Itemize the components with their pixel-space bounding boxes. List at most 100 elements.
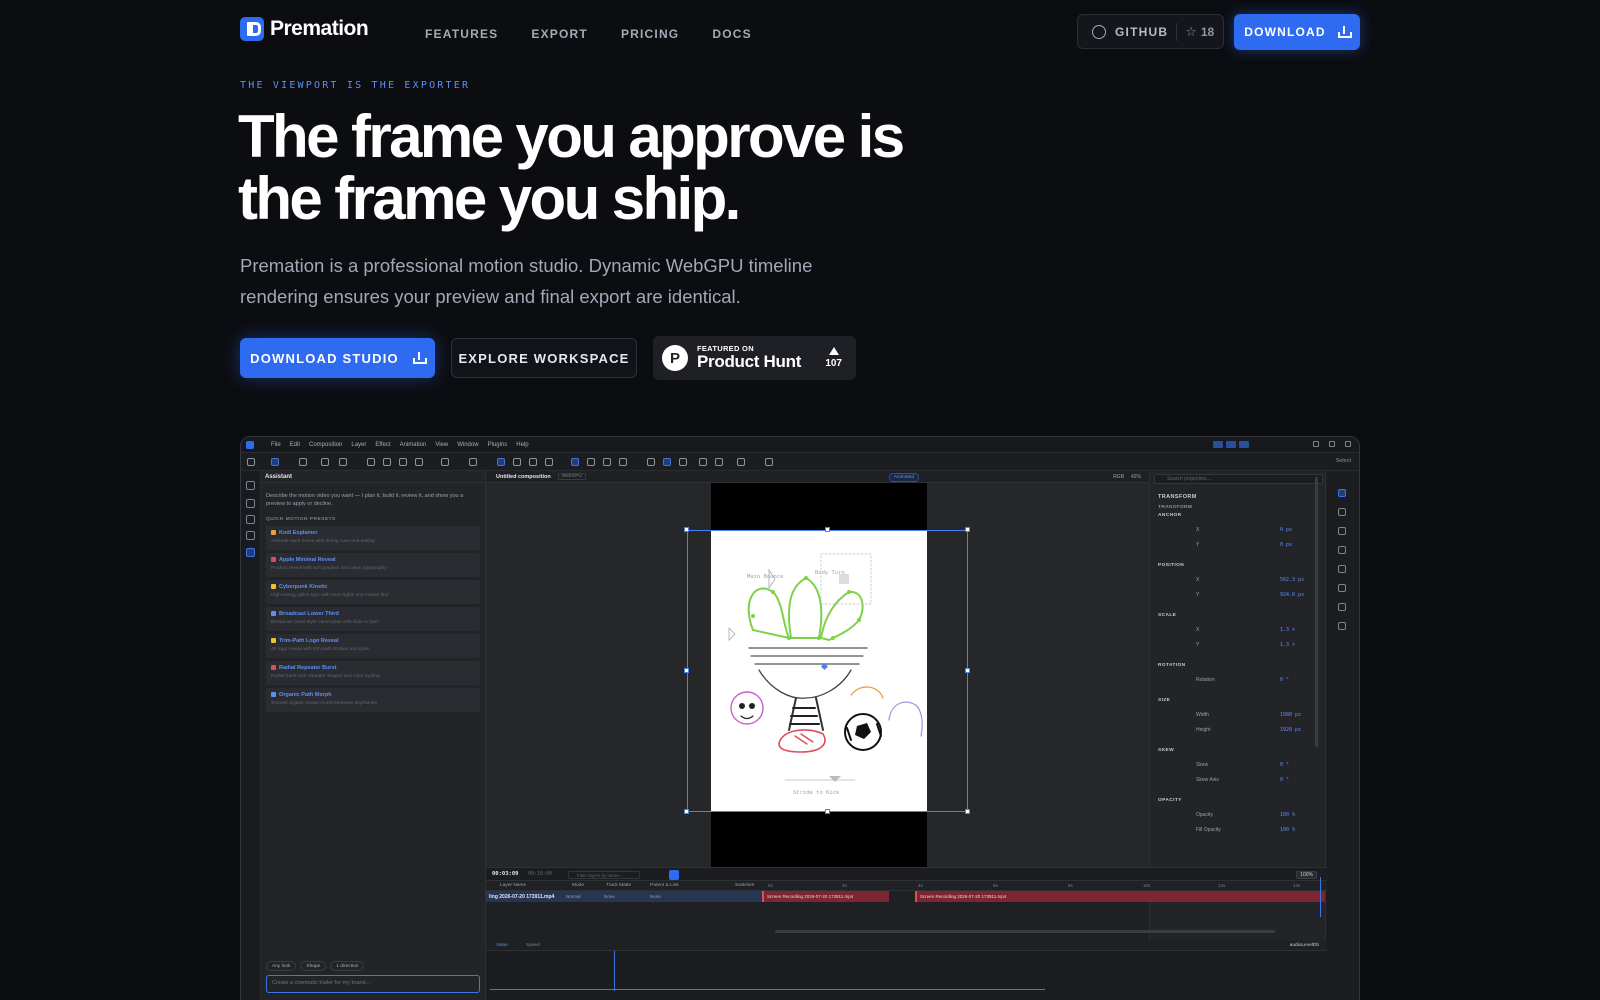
timeline-zoom[interactable]: 100% bbox=[1296, 871, 1317, 879]
duplicate-icon[interactable] bbox=[367, 458, 375, 466]
graph-editor[interactable] bbox=[486, 951, 1327, 1000]
color-mode[interactable]: RGB bbox=[1113, 474, 1124, 480]
add-icon[interactable] bbox=[441, 458, 449, 466]
shape-panel-icon[interactable] bbox=[1338, 584, 1346, 592]
menu-composition[interactable]: Composition bbox=[309, 442, 342, 448]
github-button[interactable]: GITHUB ☆ 18 bbox=[1077, 14, 1224, 49]
transform-handle[interactable] bbox=[825, 809, 830, 814]
view-icon[interactable] bbox=[737, 458, 745, 466]
current-time[interactable]: 00:03:09 bbox=[492, 871, 519, 877]
mask-icon[interactable] bbox=[383, 458, 391, 466]
animated-badge[interactable]: Animated bbox=[888, 473, 919, 482]
transform-section-title[interactable]: TRANSFORM bbox=[1150, 494, 1327, 500]
download-studio-button[interactable]: DOWNLOAD STUDIO bbox=[240, 338, 435, 378]
property-value[interactable]: 0 px bbox=[1280, 523, 1292, 538]
list-panel-icon[interactable] bbox=[1338, 622, 1346, 630]
layout-icon[interactable] bbox=[1213, 441, 1223, 448]
minimize-icon[interactable] bbox=[1313, 441, 1319, 447]
settings-panel-icon[interactable] bbox=[1338, 603, 1346, 611]
video-clip[interactable]: Screen Recording 2026-07-20 173911.mp4 bbox=[762, 891, 889, 902]
layout-icon[interactable] bbox=[1239, 441, 1249, 448]
grid-icon[interactable] bbox=[603, 458, 611, 466]
effects-panel-icon[interactable] bbox=[246, 531, 255, 540]
property-group-size[interactable]: SIZE bbox=[1150, 698, 1327, 703]
undo-icon[interactable] bbox=[699, 458, 707, 466]
node-tool-icon[interactable] bbox=[571, 458, 579, 466]
transform-handle[interactable] bbox=[684, 668, 689, 673]
layer-parent[interactable]: None bbox=[650, 894, 661, 899]
video-clip[interactable]: Screen Recording 2026-07-20 173911.mp4 bbox=[915, 891, 1325, 902]
move-icon[interactable] bbox=[529, 458, 537, 466]
maximize-icon[interactable] bbox=[1329, 441, 1335, 447]
layer-row[interactable]: ling 2026-07-20 173911.mp4 Normal None N… bbox=[486, 891, 763, 902]
rotate-icon[interactable] bbox=[619, 458, 627, 466]
assistant-panel-icon[interactable] bbox=[246, 548, 255, 557]
graph-tab-speed[interactable]: Speed bbox=[526, 943, 540, 948]
selection-box[interactable] bbox=[687, 530, 968, 812]
menu-layer[interactable]: Layer bbox=[351, 442, 366, 448]
redo-icon[interactable] bbox=[715, 458, 723, 466]
property-group-rotation[interactable]: ROTATION bbox=[1150, 663, 1327, 668]
property-value[interactable]: 924.8 px bbox=[1280, 588, 1304, 603]
preset-item[interactable]: Radial Repeater Burst Radial burst with … bbox=[266, 661, 480, 685]
assistant-prompt-input[interactable]: Create a cinematic trailer for my brand.… bbox=[266, 975, 480, 993]
menu-window[interactable]: Window bbox=[457, 442, 478, 448]
property-group-scale[interactable]: SCALE bbox=[1150, 613, 1327, 618]
collapse-icon[interactable] bbox=[246, 481, 255, 490]
link-icon[interactable] bbox=[415, 458, 423, 466]
transform-handle[interactable] bbox=[684, 809, 689, 814]
menu-view[interactable]: View bbox=[435, 442, 448, 448]
property-group-position[interactable]: POSITION bbox=[1150, 563, 1327, 568]
transform-handle[interactable] bbox=[825, 527, 830, 532]
snap-icon[interactable] bbox=[497, 458, 505, 466]
assets-panel-icon[interactable] bbox=[246, 515, 255, 524]
text-tool-icon[interactable] bbox=[321, 458, 329, 466]
property-value[interactable]: 1.3 × bbox=[1280, 638, 1295, 653]
property-group-anchor[interactable]: ANCHOR bbox=[1150, 513, 1327, 518]
property-value[interactable]: 100 % bbox=[1280, 808, 1295, 823]
globe-icon[interactable] bbox=[513, 458, 521, 466]
transform-handle[interactable] bbox=[965, 809, 970, 814]
property-value[interactable]: 1080 px bbox=[1280, 708, 1301, 723]
preset-item[interactable]: Kodi Explainer Animate each scene with t… bbox=[266, 526, 480, 550]
chip-direction[interactable]: 1 direction bbox=[330, 961, 365, 971]
layer-matte[interactable]: None bbox=[604, 894, 615, 899]
layers-icon[interactable] bbox=[545, 458, 553, 466]
preset-item[interactable]: Broadcast Lower Third Broadcast news-sty… bbox=[266, 607, 480, 631]
preset-item[interactable]: Organic Path Morph Smooth organic shape … bbox=[266, 688, 480, 712]
back-icon[interactable] bbox=[247, 458, 255, 466]
property-group-skew[interactable]: SKEW bbox=[1150, 748, 1327, 753]
property-value[interactable]: 100 % bbox=[1280, 823, 1295, 838]
composition-title[interactable]: Untitled composition bbox=[496, 474, 551, 480]
layer-filter-input[interactable]: Filter layers by name... bbox=[568, 871, 640, 879]
property-value[interactable]: 0 ° bbox=[1280, 673, 1289, 688]
shape-tool-icon[interactable] bbox=[339, 458, 347, 466]
transform-handle[interactable] bbox=[965, 668, 970, 673]
menu-file[interactable]: File bbox=[271, 442, 281, 448]
nav-link-export[interactable]: EXPORT bbox=[531, 27, 588, 41]
property-value[interactable]: 1920 px bbox=[1280, 723, 1301, 738]
properties-scrollbar[interactable] bbox=[1315, 477, 1318, 747]
layer-mode[interactable]: Normal bbox=[566, 894, 581, 899]
layers-panel-icon[interactable] bbox=[246, 499, 255, 508]
graph-panel-icon[interactable] bbox=[1338, 565, 1346, 573]
menu-plugins[interactable]: Plugins bbox=[488, 442, 508, 448]
link-panel-icon[interactable] bbox=[1338, 527, 1346, 535]
timeline-scrollbar[interactable] bbox=[775, 930, 1275, 933]
pen-tool-icon[interactable] bbox=[299, 458, 307, 466]
fill-icon[interactable] bbox=[399, 458, 407, 466]
playhead[interactable] bbox=[1320, 877, 1321, 917]
graph-curve[interactable] bbox=[490, 989, 1045, 990]
properties-search-input[interactable]: Search properties... bbox=[1154, 474, 1323, 484]
chip-shape[interactable]: Shape bbox=[300, 961, 327, 971]
layout-switcher[interactable] bbox=[1213, 441, 1249, 448]
align-icon[interactable] bbox=[469, 458, 477, 466]
property-group-opacity[interactable]: OPACITY bbox=[1150, 798, 1327, 803]
zoom-level[interactable]: 42% bbox=[1131, 474, 1141, 480]
product-hunt-badge[interactable]: P FEATURED ON Product Hunt 107 bbox=[653, 336, 856, 380]
preset-item[interactable]: Trim-Path Logo Reveal 4K logo reveal wit… bbox=[266, 634, 480, 658]
layout-icon[interactable] bbox=[1226, 441, 1236, 448]
nav-link-features[interactable]: FEATURES bbox=[425, 27, 498, 41]
transform-panel-icon[interactable] bbox=[1338, 489, 1346, 497]
explore-workspace-button[interactable]: EXPLORE WORKSPACE bbox=[451, 338, 637, 378]
